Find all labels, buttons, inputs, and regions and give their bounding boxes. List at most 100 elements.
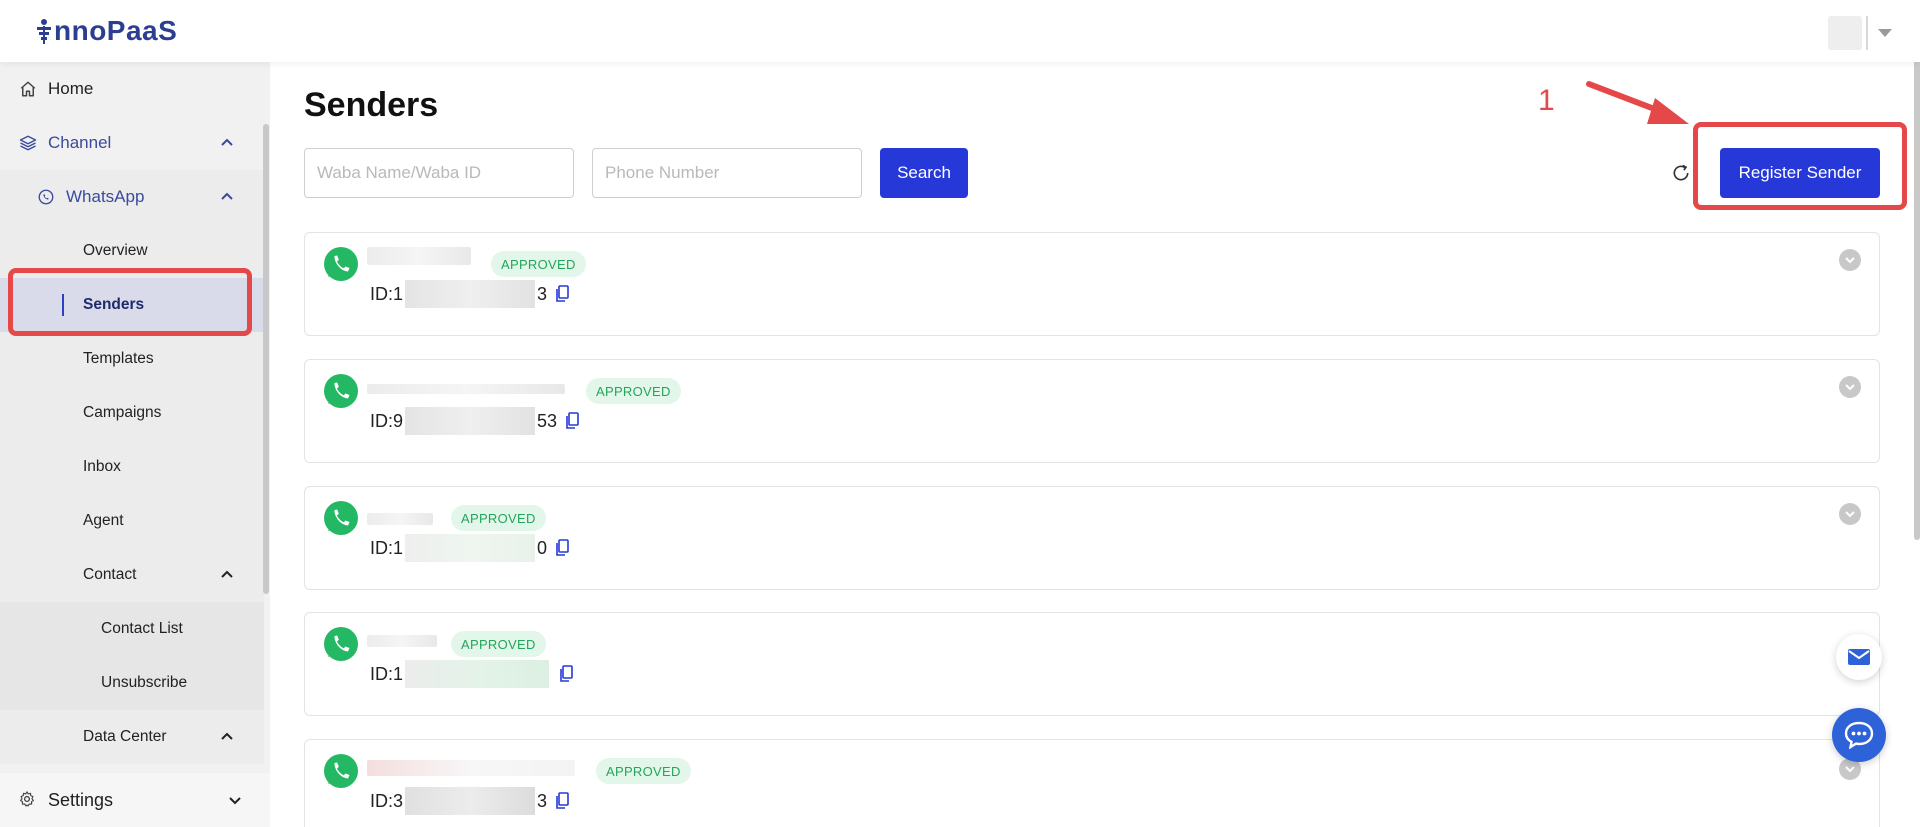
user-dropdown-icon[interactable] bbox=[1878, 29, 1892, 37]
sender-name-redacted bbox=[367, 635, 437, 647]
sidebar-item-contact[interactable]: Contact bbox=[0, 548, 264, 602]
sender-id-suffix: 53 bbox=[537, 410, 558, 431]
sidebar-item-agent[interactable]: Agent bbox=[0, 494, 264, 548]
avatar[interactable] bbox=[1828, 16, 1862, 50]
sender-id-suffix: 3 bbox=[537, 283, 548, 304]
copy-icon[interactable] bbox=[555, 539, 569, 557]
sidebar-item-label: Campaigns bbox=[83, 404, 162, 421]
home-icon bbox=[18, 79, 38, 99]
sidebar-item-label: Templates bbox=[83, 350, 154, 367]
chevron-up-icon bbox=[221, 192, 233, 200]
sidebar-scrollbar[interactable] bbox=[263, 124, 269, 594]
chevron-up-icon bbox=[221, 732, 233, 740]
sender-id: ID:9 53 bbox=[370, 407, 579, 435]
chat-icon bbox=[1844, 721, 1874, 749]
chat-float-button[interactable] bbox=[1832, 708, 1886, 762]
sidebar-item-whatsapp[interactable]: WhatsApp bbox=[0, 170, 264, 224]
whatsapp-icon bbox=[324, 627, 358, 661]
user-separator bbox=[1866, 16, 1868, 50]
status-badge: APPROVED bbox=[451, 631, 546, 657]
waba-search-input[interactable] bbox=[304, 148, 574, 198]
chevron-up-icon bbox=[221, 138, 233, 146]
sender-card[interactable]: APPROVED ID:9 53 bbox=[304, 359, 1880, 463]
sidebar: Home Channel WhatsApp Overview Senders T… bbox=[0, 62, 270, 827]
sender-name-redacted bbox=[367, 247, 471, 265]
chevron-down-icon bbox=[229, 797, 241, 805]
gear-icon bbox=[18, 790, 38, 810]
whatsapp-icon bbox=[36, 187, 56, 207]
top-header: nnoPaaS bbox=[0, 0, 1920, 62]
sender-id-prefix: ID:3 bbox=[370, 790, 404, 811]
sender-name-redacted bbox=[367, 384, 565, 394]
sender-id-prefix: ID:1 bbox=[370, 283, 404, 304]
search-button[interactable]: Search bbox=[880, 148, 968, 198]
expand-chevron-down-icon[interactable] bbox=[1839, 249, 1861, 271]
sender-id-redacted bbox=[405, 787, 536, 815]
annotation-highlight-senders bbox=[8, 268, 252, 336]
annotation-arrow-icon bbox=[1586, 81, 1689, 124]
app-logo[interactable]: nnoPaaS bbox=[36, 14, 177, 48]
sender-name-redacted bbox=[367, 513, 433, 525]
sender-id-redacted bbox=[405, 660, 550, 688]
sender-id: ID:1 3 bbox=[370, 280, 569, 308]
sidebar-item-inbox[interactable]: Inbox bbox=[0, 440, 264, 494]
mail-float-button[interactable] bbox=[1836, 634, 1882, 680]
main-content: Senders Search Register Sender APPROVED … bbox=[270, 62, 1920, 827]
sidebar-item-data-center[interactable]: Data Center bbox=[0, 710, 264, 764]
sidebar-item-campaigns[interactable]: Campaigns bbox=[0, 386, 264, 440]
sender-id: ID:3 3 bbox=[370, 787, 569, 815]
sidebar-item-label: Inbox bbox=[83, 458, 121, 475]
whatsapp-icon bbox=[324, 247, 358, 281]
status-badge: APPROVED bbox=[586, 378, 681, 404]
user-menu[interactable] bbox=[1828, 16, 1892, 50]
refresh-icon[interactable] bbox=[1668, 160, 1694, 186]
sidebar-item-label: WhatsApp bbox=[66, 187, 145, 206]
annotation-highlight-register bbox=[1693, 122, 1907, 210]
sidebar-item-label: Settings bbox=[48, 789, 114, 810]
sidebar-item-label: Unsubscribe bbox=[101, 674, 188, 691]
sidebar-item-label: Home bbox=[48, 79, 94, 98]
sender-id-prefix: ID:9 bbox=[370, 410, 404, 431]
logo-mark-icon bbox=[37, 19, 51, 44]
whatsapp-icon bbox=[324, 374, 358, 408]
status-badge: APPROVED bbox=[491, 251, 586, 277]
sidebar-item-unsubscribe[interactable]: Unsubscribe bbox=[0, 656, 264, 710]
sidebar-item-settings[interactable]: Settings bbox=[0, 773, 270, 827]
expand-chevron-down-icon[interactable] bbox=[1839, 503, 1861, 525]
sender-card[interactable]: APPROVED ID:3 3 bbox=[304, 739, 1880, 827]
sidebar-item-label: Contact bbox=[83, 566, 137, 583]
whatsapp-icon bbox=[324, 754, 358, 788]
whatsapp-icon bbox=[324, 501, 358, 535]
logo-text: nnoPaaS bbox=[54, 15, 178, 46]
sidebar-item-label: Overview bbox=[83, 242, 148, 259]
page-scrollbar[interactable] bbox=[1914, 0, 1920, 540]
sender-id-prefix: ID:1 bbox=[370, 537, 404, 558]
sender-id-redacted bbox=[405, 534, 536, 562]
sidebar-item-home[interactable]: Home bbox=[0, 62, 264, 116]
sender-id-prefix: ID:1 bbox=[370, 663, 404, 684]
copy-icon[interactable] bbox=[559, 665, 573, 683]
copy-icon[interactable] bbox=[565, 412, 579, 430]
sender-card[interactable]: APPROVED ID:1 0 bbox=[304, 486, 1880, 590]
sidebar-item-contact-list[interactable]: Contact List bbox=[0, 602, 264, 656]
sender-card[interactable]: APPROVED ID:1 bbox=[304, 612, 1880, 716]
sidebar-item-label: Data Center bbox=[83, 728, 167, 745]
annotation-step-number: 1 bbox=[1538, 84, 1555, 117]
sender-name-redacted bbox=[367, 760, 575, 776]
phone-search-input[interactable] bbox=[592, 148, 862, 198]
layers-icon bbox=[18, 133, 38, 153]
page-title: Senders bbox=[304, 86, 439, 124]
expand-chevron-down-icon[interactable] bbox=[1839, 376, 1861, 398]
sender-id-redacted bbox=[405, 280, 536, 308]
sender-card[interactable]: APPROVED ID:1 3 bbox=[304, 232, 1880, 336]
mail-icon bbox=[1848, 649, 1870, 665]
chevron-up-icon bbox=[221, 570, 233, 578]
sender-id: ID:1 0 bbox=[370, 534, 569, 562]
sidebar-item-templates[interactable]: Templates bbox=[0, 332, 264, 386]
copy-icon[interactable] bbox=[555, 285, 569, 303]
copy-icon[interactable] bbox=[555, 792, 569, 810]
sidebar-item-channel[interactable]: Channel bbox=[0, 116, 264, 170]
sidebar-item-label: Channel bbox=[48, 133, 112, 152]
sidebar-item-label: Agent bbox=[83, 512, 124, 529]
sender-id-suffix: 3 bbox=[537, 790, 548, 811]
